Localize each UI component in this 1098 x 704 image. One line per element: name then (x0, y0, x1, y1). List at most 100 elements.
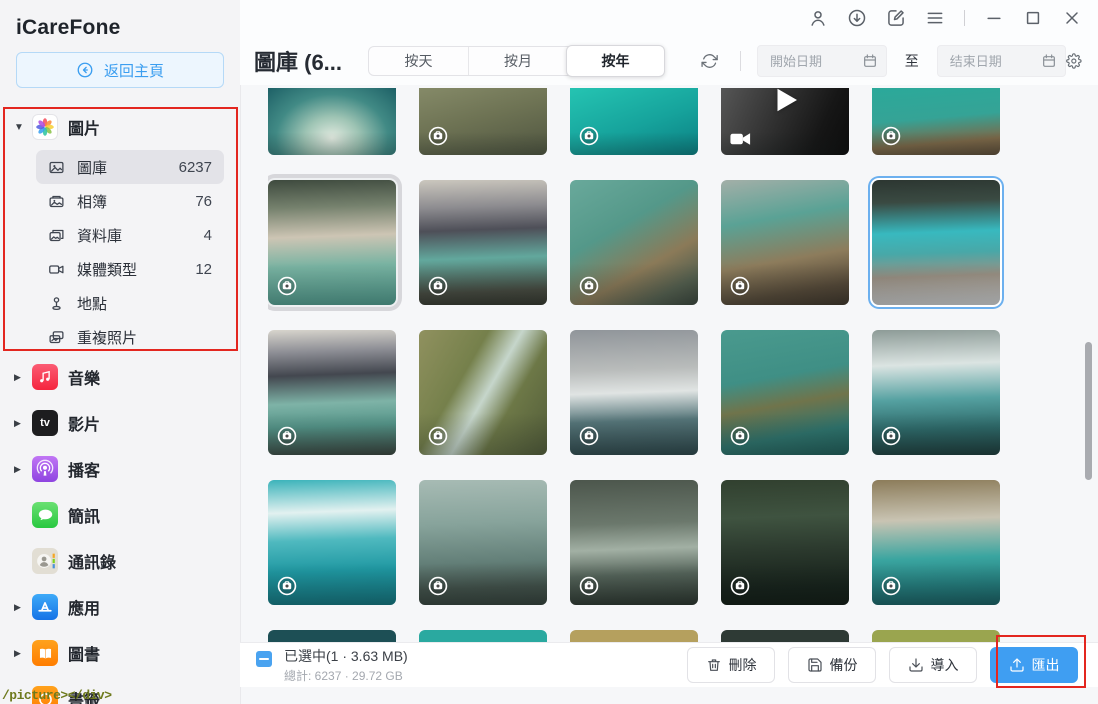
sidebar-item-media-type[interactable]: 媒體類型 12 (36, 252, 224, 286)
sidebar-item-messages[interactable]: 簡訊 (0, 492, 240, 538)
view-tab-by-month[interactable]: 按月 (468, 47, 567, 75)
gallery-header: 圖庫 (6... 按天按月按年 至 (240, 38, 1098, 84)
live-photo-badge-icon (729, 275, 751, 297)
sidebar-item-gallery[interactable]: 圖庫6237 (36, 150, 224, 184)
sidebar-item-label: 媒體類型 (77, 259, 137, 280)
live-photo-badge-icon (578, 125, 600, 147)
photo-thumbnail[interactable] (721, 330, 849, 455)
button-label: 備份 (830, 655, 858, 675)
photo-thumbnail[interactable] (872, 480, 1000, 605)
person-icon[interactable] (808, 8, 828, 28)
library-icon (48, 227, 65, 244)
live-photo-badge-icon (578, 275, 600, 297)
live-photo-badge-icon (276, 275, 298, 297)
refresh-icon[interactable] (701, 50, 718, 72)
page-title: 圖庫 (6... (254, 45, 342, 77)
sidebar-item-label: 圖書 (68, 641, 100, 665)
chevron-right-icon: ▶ (14, 418, 32, 429)
photo-thumbnail[interactable] (268, 88, 396, 155)
sidebar-item-photos[interactable]: ▼圖片 (0, 104, 240, 150)
sidebar-item-library[interactable]: 資料庫4 (36, 218, 224, 252)
end-date-field[interactable] (937, 45, 1067, 77)
minimize-icon[interactable] (984, 8, 1004, 28)
item-count: 76 (195, 193, 212, 210)
gallery-icon (48, 159, 65, 176)
sidebar-item-apps[interactable]: ▶應用 (0, 584, 240, 630)
photo-thumbnail[interactable] (570, 330, 698, 455)
maximize-icon[interactable] (1023, 8, 1043, 28)
photo-thumbnail[interactable] (721, 180, 849, 305)
sidebar-item-videos[interactable]: ▶tv影片 (0, 400, 240, 446)
calendar-icon[interactable] (1041, 53, 1057, 69)
sidebar-item-podcasts[interactable]: ▶播客 (0, 446, 240, 492)
videos-app-icon: tv (32, 410, 58, 436)
chevron-right-icon: ▶ (14, 372, 32, 383)
photo-thumbnail[interactable] (268, 330, 396, 455)
gear-icon[interactable] (1066, 51, 1082, 71)
photo-thumbnail[interactable] (268, 180, 396, 305)
sidebar-item-albums[interactable]: 相簿76 (36, 184, 224, 218)
photos-app-icon (32, 114, 58, 140)
scrollbar-thumb[interactable] (1085, 342, 1092, 480)
photo-thumbnail[interactable] (419, 330, 547, 455)
item-count: 12 (195, 261, 212, 278)
back-home-button[interactable]: 返回主頁 (16, 52, 224, 88)
item-count: 6237 (179, 159, 212, 176)
html-artifact-text: /picture></div> (2, 688, 112, 703)
import-button[interactable]: 導入 (889, 647, 977, 683)
header-divider (740, 51, 741, 71)
photo-thumbnail[interactable] (419, 480, 547, 605)
photo-thumbnail[interactable] (268, 480, 396, 605)
close-icon[interactable] (1062, 8, 1082, 28)
select-all-checkbox[interactable] (256, 651, 272, 667)
photo-row (268, 630, 1008, 642)
delete-button[interactable]: 刪除 (687, 647, 775, 683)
calendar-icon[interactable] (862, 53, 878, 69)
sidebar-item-label: 地點 (77, 293, 107, 314)
floppy-icon (807, 657, 823, 673)
photo-thumbnail[interactable] (419, 180, 547, 305)
photo-row (268, 330, 1008, 455)
photo-thumbnail[interactable] (570, 480, 698, 605)
sidebar-item-books[interactable]: ▶圖書 (0, 630, 240, 676)
sidebar-item-music[interactable]: ▶音樂 (0, 354, 240, 400)
live-photo-badge-icon (427, 125, 449, 147)
photo-thumbnail[interactable] (570, 88, 698, 155)
view-tab-by-day[interactable]: 按天 (369, 47, 468, 75)
location-icon (48, 295, 65, 312)
photo-thumbnail[interactable] (872, 180, 1000, 305)
start-date-input[interactable] (768, 53, 862, 70)
podcasts-app-icon (32, 456, 58, 482)
photo-thumbnail[interactable] (721, 88, 849, 155)
photo-thumbnail[interactable] (570, 180, 698, 305)
photo-thumbnail[interactable] (872, 330, 1000, 455)
back-arrow-icon (76, 61, 94, 79)
sidebar-item-label: 資料庫 (77, 225, 122, 246)
photo-thumbnail[interactable] (570, 630, 698, 642)
photo-thumbnail[interactable] (721, 480, 849, 605)
photo-thumbnail[interactable] (419, 88, 547, 155)
photo-thumbnail[interactable] (721, 630, 849, 642)
sidebar-item-duplicate-photos[interactable]: 重複照片 (36, 320, 224, 354)
video-badge-icon (729, 129, 752, 149)
export-button[interactable]: 匯出 (990, 647, 1078, 683)
view-tab-by-year[interactable]: 按年 (566, 45, 665, 77)
export-icon (1009, 657, 1025, 673)
end-date-input[interactable] (948, 53, 1042, 70)
menu-icon[interactable] (925, 8, 945, 28)
back-home-label: 返回主頁 (104, 60, 164, 81)
photo-thumbnail[interactable] (872, 630, 1000, 642)
duplicate-icon (48, 329, 65, 346)
photo-thumbnail[interactable] (419, 630, 547, 642)
backup-button[interactable]: 備份 (788, 647, 876, 683)
photo-thumbnail[interactable] (872, 88, 1000, 155)
music-app-icon (32, 364, 58, 390)
play-icon[interactable] (767, 88, 803, 118)
start-date-field[interactable] (757, 45, 887, 77)
feedback-icon[interactable] (886, 8, 906, 28)
photo-thumbnail[interactable] (268, 630, 396, 642)
download-circle-icon[interactable] (847, 8, 867, 28)
app-logo: iCareFone (0, 0, 240, 52)
sidebar-item-contacts[interactable]: 通訊錄 (0, 538, 240, 584)
sidebar-item-locations[interactable]: 地點 (36, 286, 224, 320)
